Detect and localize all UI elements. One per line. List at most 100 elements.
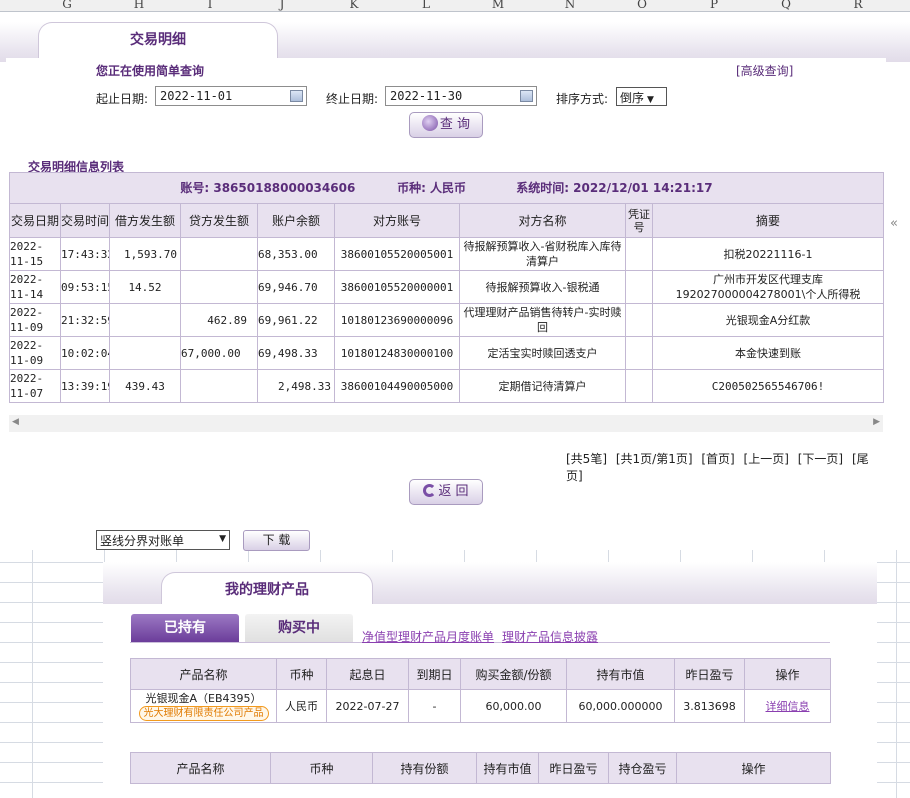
chevron-down-icon: ▼ bbox=[647, 95, 654, 105]
cell-balance: 69,961.22 bbox=[257, 303, 335, 337]
collapse-arrow-icon[interactable]: « bbox=[890, 216, 898, 231]
cell-counter-name: 代理理财产品销售待转户-实时赎回 bbox=[459, 303, 626, 337]
column-header: 摘要 bbox=[652, 203, 884, 238]
table-header-row: 产品名称 币种 起息日 到期日 购买金额/份额 持有市值 昨日盈亏 操作 bbox=[130, 658, 831, 690]
tab-buying[interactable]: 购买中 bbox=[245, 614, 353, 642]
advanced-query-link[interactable]: [高级查询] bbox=[736, 62, 793, 79]
cell-credit bbox=[180, 369, 258, 403]
cell-credit bbox=[180, 237, 258, 271]
column-header: 持有市值 bbox=[566, 658, 675, 690]
cell-memo: 扣税20221116-1 bbox=[652, 237, 884, 271]
cell-voucher bbox=[625, 270, 653, 304]
cell-time: 09:53:15 bbox=[60, 270, 110, 304]
start-date-input[interactable]: 2022-11-01 bbox=[155, 86, 307, 106]
query-button[interactable]: 查 询 bbox=[409, 112, 483, 138]
cell-start-date: 2022-07-27 bbox=[326, 689, 409, 723]
tab-my-wealth-products[interactable]: 我的理财产品 bbox=[161, 572, 373, 604]
chevron-down-icon: ▼ bbox=[219, 534, 226, 544]
cell-memo: 光银现金A分红款 bbox=[652, 303, 884, 337]
table-header-row: 交易日期 交易时间 借方发生额 贷方发生额 账户余额 对方账号 对方名称 凭证号… bbox=[9, 203, 884, 238]
system-time: 系统时间: 2022/12/01 14:21:17 bbox=[516, 180, 713, 195]
column-header: 对方账号 bbox=[334, 203, 460, 238]
column-header: 昨日盈亏 bbox=[674, 658, 745, 690]
scroll-left-icon[interactable]: ◀ bbox=[12, 417, 19, 427]
table-row: 2022-11-09 10:02:04 67,000.00 69,498.33 … bbox=[9, 336, 884, 370]
query-button-label: 查 询 bbox=[439, 117, 471, 132]
cell-counter-account: 38600104490005000 bbox=[334, 369, 460, 403]
column-header: 起息日 bbox=[326, 658, 409, 690]
cell-counter-account: 38600105520005001 bbox=[334, 237, 460, 271]
column-header: 持有市值 bbox=[476, 752, 539, 784]
pager-page-info: [共1页/第1页] bbox=[615, 452, 693, 466]
table-row: 2022-11-15 17:43:32 1,593.70 68,353.00 3… bbox=[9, 237, 884, 271]
tab-transaction-details[interactable]: 交易明细 bbox=[38, 22, 278, 58]
return-icon bbox=[423, 484, 437, 497]
cell-counter-name: 定活宝实时赎回透支户 bbox=[459, 336, 626, 370]
monthly-statement-link[interactable]: 净值型理财产品月度账单 bbox=[362, 628, 494, 645]
cell-voucher bbox=[625, 369, 653, 403]
column-header: 币种 bbox=[276, 658, 327, 690]
cell-credit bbox=[180, 270, 258, 304]
return-button[interactable]: 返 回 bbox=[409, 479, 483, 505]
column-header: 操作 bbox=[676, 752, 831, 784]
horizontal-scrollbar[interactable]: ◀ ▶ bbox=[9, 415, 883, 432]
sort-label: 排序方式: bbox=[556, 92, 609, 106]
cell-debit bbox=[109, 303, 181, 337]
cell-balance: 69,498.33 bbox=[257, 336, 335, 370]
column-header: 持有份额 bbox=[372, 752, 477, 784]
cell-voucher bbox=[625, 237, 653, 271]
cell-action: 详细信息 bbox=[744, 689, 831, 723]
wealth-products-panel: 我的理财产品 已持有 购买中 净值型理财产品月度账单 理财产品信息披露 产品名称… bbox=[103, 562, 877, 798]
table-row: 2022-11-07 13:39:19 439.43 2,498.33 3860… bbox=[9, 369, 884, 403]
col-letter: P bbox=[709, 0, 719, 11]
cell-voucher bbox=[625, 336, 653, 370]
cell-time: 17:43:32 bbox=[60, 237, 110, 271]
cell-date: 2022-11-09 bbox=[9, 303, 61, 337]
cell-counter-name: 待报解预算收入-银税通 bbox=[459, 270, 626, 304]
col-letter: J bbox=[279, 0, 285, 11]
column-header: 账户余额 bbox=[257, 203, 335, 238]
cell-product-name: 光银现金A（EB4395） 光大理财有限责任公司产品 bbox=[130, 689, 277, 723]
detail-link[interactable]: 详细信息 bbox=[766, 700, 810, 713]
cell-memo: 本金快速到账 bbox=[652, 336, 884, 370]
simple-query-label: 您正在使用简单查询 bbox=[96, 64, 205, 78]
column-header: 到期日 bbox=[408, 658, 461, 690]
cell-date: 2022-11-09 bbox=[9, 336, 61, 370]
cell-time: 10:02:04 bbox=[60, 336, 110, 370]
cell-balance: 68,353.00 bbox=[257, 237, 335, 271]
pager-first[interactable]: [首页] bbox=[701, 452, 734, 466]
col-letter: N bbox=[564, 0, 576, 11]
calendar-icon[interactable] bbox=[290, 90, 303, 102]
column-header: 昨日盈亏 bbox=[538, 752, 609, 784]
account-info-row: 账号: 38650188000034606 币种: 人民币 系统时间: 2022… bbox=[9, 172, 884, 204]
column-header: 交易时间 bbox=[60, 203, 110, 238]
transaction-details-panel: 交易明细 您正在使用简单查询 [高级查询] 起止日期: 2022-11-01 终… bbox=[0, 12, 910, 551]
table-row: 2022-11-09 21:32:59 462.89 69,961.22 101… bbox=[9, 303, 884, 337]
cell-counter-name: 待报解预算收入-省财税库入库待清算户 bbox=[459, 237, 626, 271]
end-date-label: 终止日期: bbox=[326, 92, 379, 106]
download-button[interactable]: 下 载 bbox=[243, 530, 310, 551]
end-date-input[interactable]: 2022-11-30 bbox=[385, 86, 537, 106]
pager-next[interactable]: [下一页] bbox=[798, 452, 843, 466]
column-header: 操作 bbox=[744, 658, 831, 690]
cell-end-date: - bbox=[408, 689, 461, 723]
account-number: 账号: 38650188000034606 bbox=[180, 180, 356, 195]
calendar-icon[interactable] bbox=[520, 90, 533, 102]
held-products-table: 产品名称 币种 起息日 到期日 购买金额/份额 持有市值 昨日盈亏 操作 光银现… bbox=[130, 658, 831, 723]
sort-select[interactable]: 倒序 ▼ bbox=[616, 87, 667, 106]
cell-debit bbox=[109, 336, 181, 370]
pager-prev[interactable]: [上一页] bbox=[744, 452, 789, 466]
col-letter: K bbox=[349, 0, 359, 11]
pager-total: [共5笔] bbox=[566, 452, 607, 466]
cell-counter-name: 定期借记待清算户 bbox=[459, 369, 626, 403]
panel-body: 您正在使用简单查询 [高级查询] 起止日期: 2022-11-01 终止日期: … bbox=[6, 58, 886, 551]
disclosure-link[interactable]: 理财产品信息披露 bbox=[502, 628, 598, 645]
statement-format-select[interactable]: 竖线分界对账单 ▼ bbox=[96, 530, 230, 550]
column-header: 凭证号 bbox=[625, 203, 653, 238]
column-header: 币种 bbox=[270, 752, 373, 784]
currency: 币种: 人民币 bbox=[397, 180, 467, 195]
cell-date: 2022-11-07 bbox=[9, 369, 61, 403]
column-header: 产品名称 bbox=[130, 752, 271, 784]
scroll-right-icon[interactable]: ▶ bbox=[873, 417, 880, 427]
tab-held[interactable]: 已持有 bbox=[131, 614, 239, 642]
